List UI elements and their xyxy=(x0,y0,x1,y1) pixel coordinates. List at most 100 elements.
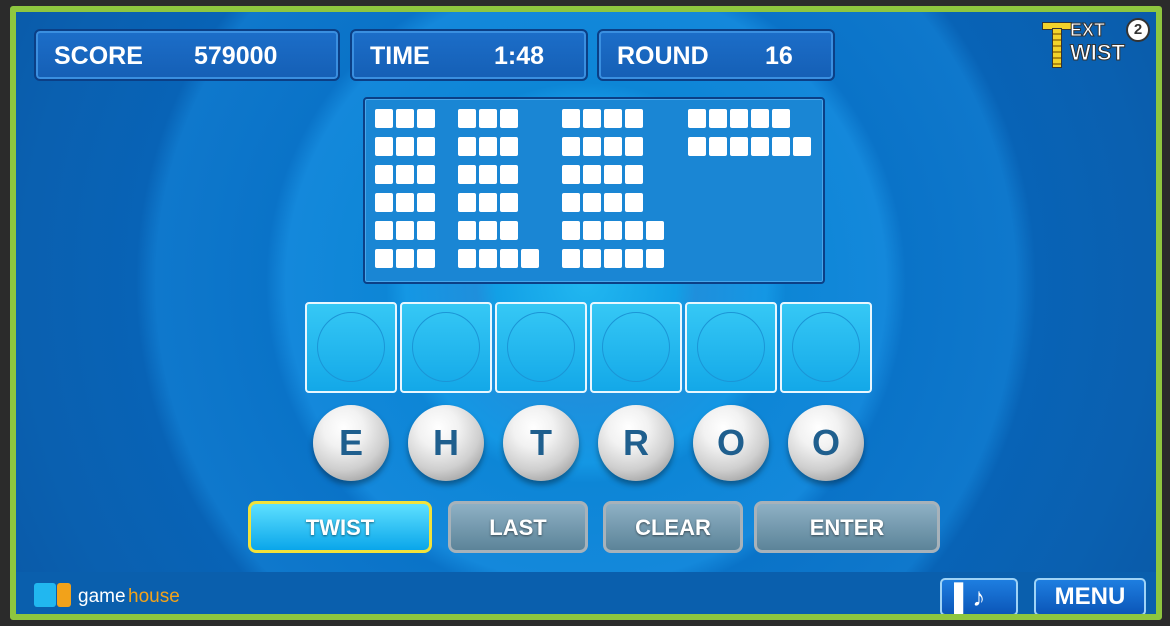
hidden-letter-tile xyxy=(500,193,518,212)
hidden-letter-tile xyxy=(458,109,476,128)
hidden-letter-tile xyxy=(375,221,393,240)
hidden-letter-tile xyxy=(500,109,518,128)
menu-button[interactable]: MENU xyxy=(1034,578,1146,614)
hidden-letter-tile xyxy=(604,193,622,212)
answer-slot[interactable] xyxy=(590,302,682,393)
hidden-letter-tile xyxy=(604,137,622,156)
hidden-letter-tile xyxy=(417,193,435,212)
hidden-letter-tile xyxy=(396,137,414,156)
hidden-letter-tile xyxy=(500,249,518,268)
hidden-letter-tile xyxy=(375,249,393,268)
enter-button[interactable]: ENTER xyxy=(754,501,940,553)
hidden-letter-tile xyxy=(479,221,497,240)
time-value: 1:48 xyxy=(494,42,545,70)
hidden-letter-tile xyxy=(479,193,497,212)
hidden-letter-tile xyxy=(417,109,435,128)
hidden-letter-tile xyxy=(604,109,622,128)
hidden-letter-tile xyxy=(604,165,622,184)
game-logo: EXT WIST 2 xyxy=(1034,18,1154,80)
hidden-letter-tile xyxy=(583,193,601,212)
round-panel: ROUND 16 xyxy=(597,29,835,81)
twist-button[interactable]: TWIST xyxy=(248,501,432,553)
hidden-letter-tile xyxy=(709,137,727,156)
hidden-letter-tile xyxy=(500,221,518,240)
answer-slot[interactable] xyxy=(305,302,397,393)
hidden-letter-tile xyxy=(396,221,414,240)
hidden-letter-tile xyxy=(458,137,476,156)
word-board xyxy=(363,97,825,284)
hidden-letter-tile xyxy=(396,249,414,268)
last-button[interactable]: LAST xyxy=(448,501,588,553)
hidden-letter-tile xyxy=(793,137,811,156)
hidden-letter-tile xyxy=(646,249,664,268)
brand-game: game xyxy=(78,586,126,607)
answer-slot[interactable] xyxy=(780,302,872,393)
hidden-letter-tile xyxy=(458,221,476,240)
hidden-letter-tile xyxy=(625,193,643,212)
hidden-letter-tile xyxy=(458,165,476,184)
hidden-letter-tile xyxy=(583,165,601,184)
hidden-letter-tile xyxy=(625,109,643,128)
hidden-letter-tile xyxy=(625,165,643,184)
hidden-letter-tile xyxy=(375,109,393,128)
hidden-letter-tile xyxy=(375,193,393,212)
hidden-letter-tile xyxy=(625,137,643,156)
hidden-letter-tile xyxy=(375,137,393,156)
hidden-letter-tile xyxy=(479,109,497,128)
letter-ball[interactable]: E xyxy=(313,405,389,481)
hidden-letter-tile xyxy=(562,165,580,184)
hidden-letter-tile xyxy=(396,109,414,128)
hidden-letter-tile xyxy=(583,249,601,268)
sound-button[interactable]: ▌♪ xyxy=(940,578,1018,614)
hidden-letter-tile xyxy=(730,137,748,156)
hidden-letter-tile xyxy=(751,109,769,128)
logo-screw-icon xyxy=(1052,28,1062,68)
logo-line2: WIST xyxy=(1070,40,1126,66)
gamehouse-logo-icon-2 xyxy=(57,583,71,607)
hidden-letter-tile xyxy=(772,137,790,156)
hidden-letter-tile xyxy=(646,221,664,240)
hidden-letter-tile xyxy=(417,249,435,268)
answer-slot[interactable] xyxy=(685,302,777,393)
hidden-letter-tile xyxy=(479,137,497,156)
letter-ball[interactable]: H xyxy=(408,405,484,481)
round-label: ROUND xyxy=(617,42,709,70)
hidden-letter-tile xyxy=(709,109,727,128)
answer-slot[interactable] xyxy=(495,302,587,393)
letter-ball[interactable]: T xyxy=(503,405,579,481)
hidden-letter-tile xyxy=(417,137,435,156)
letter-ball[interactable]: R xyxy=(598,405,674,481)
brand-house: house xyxy=(128,586,180,607)
hidden-letter-tile xyxy=(625,221,643,240)
hidden-letter-tile xyxy=(479,165,497,184)
hidden-letter-tile xyxy=(583,109,601,128)
hidden-letter-tile xyxy=(562,221,580,240)
letter-ball[interactable]: O xyxy=(788,405,864,481)
answer-slot[interactable] xyxy=(400,302,492,393)
gamehouse-logo-icon xyxy=(34,583,56,607)
hidden-letter-tile xyxy=(500,165,518,184)
hidden-letter-tile xyxy=(583,137,601,156)
hidden-letter-tile xyxy=(562,109,580,128)
hidden-letter-tile xyxy=(458,193,476,212)
hidden-letter-tile xyxy=(604,249,622,268)
hidden-letter-tile xyxy=(562,249,580,268)
hidden-letter-tile xyxy=(458,249,476,268)
letter-ball[interactable]: O xyxy=(693,405,769,481)
hidden-letter-tile xyxy=(604,221,622,240)
hidden-letter-tile xyxy=(500,137,518,156)
hidden-letter-tile xyxy=(688,137,706,156)
time-panel: TIME 1:48 xyxy=(350,29,588,81)
hidden-letter-tile xyxy=(417,165,435,184)
sound-toggle-icon: ▌♪ xyxy=(954,582,986,612)
time-label: TIME xyxy=(370,42,430,70)
logo-badge: 2 xyxy=(1126,18,1150,42)
clear-button[interactable]: CLEAR xyxy=(603,501,743,553)
score-panel: SCORE 579000 xyxy=(34,29,340,81)
hidden-letter-tile xyxy=(375,165,393,184)
hidden-letter-tile xyxy=(730,109,748,128)
hidden-letter-tile xyxy=(521,249,539,268)
hidden-letter-tile xyxy=(396,165,414,184)
hidden-letter-tile xyxy=(562,137,580,156)
hidden-letter-tile xyxy=(396,193,414,212)
